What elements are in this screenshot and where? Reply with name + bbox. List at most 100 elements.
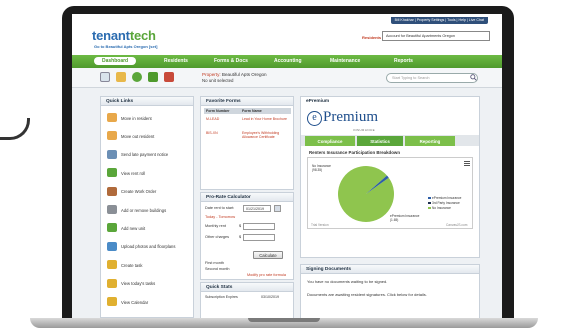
tab-reporting[interactable]: Reporting xyxy=(405,136,455,146)
legend-swatch xyxy=(428,196,431,199)
nav-forms-docs[interactable]: Forms & Docs xyxy=(214,58,248,64)
account-select[interactable]: Account for Beautiful Apartments Oregon xyxy=(382,31,490,41)
quick-link-label[interactable]: View rent roll xyxy=(121,171,145,176)
epremium-tabs: Compliance Statistics Reporting xyxy=(301,135,479,146)
quick-link-item[interactable]: View Calendar xyxy=(107,297,189,307)
epremium-brand: Premium xyxy=(323,109,378,125)
nav-maintenance[interactable]: Maintenance xyxy=(330,58,360,64)
nav-residents[interactable]: Residents xyxy=(164,58,188,64)
form-number[interactable]: BIS-XN xyxy=(206,131,218,135)
legend-swatch xyxy=(428,201,431,204)
prorate-title: Pro-Rate Calculator xyxy=(201,193,293,202)
tomorrow-link[interactable]: Tomorrow xyxy=(218,215,235,219)
quick-link-item[interactable]: Upload photos and floorplans xyxy=(107,241,189,252)
quick-link-item[interactable]: Create task xyxy=(107,260,189,270)
quick-stats-panel: Quick Stats Subscription Expires 03/10/2… xyxy=(200,282,294,318)
toolbar: Property: Beautiful Apts Oregon No unit … xyxy=(72,68,502,88)
quick-link-item[interactable]: Send late payment notice xyxy=(107,149,189,160)
quick-link-label[interactable]: Create Work Order xyxy=(121,189,156,194)
chart-title: Renters Insurance Participation Breakdow… xyxy=(309,150,401,155)
quick-link-icon xyxy=(107,278,117,288)
nav-dashboard[interactable]: Dashboard xyxy=(94,56,137,65)
pie-chart: No Insurance (98.35) ePremium Insurance (1… xyxy=(307,157,473,229)
slice-label-pct: (1.65) xyxy=(390,218,399,222)
monthly-rent-input[interactable] xyxy=(243,223,275,230)
col-form-name: Form Name xyxy=(242,109,262,113)
epremium-brand-sub: INSURANCE xyxy=(353,128,376,132)
signing-docs-line2: Documents are awaiting resident signatur… xyxy=(307,292,427,297)
prorate-calculator-panel: Pro-Rate Calculator Date rent to start: … xyxy=(200,192,294,280)
signing-documents-panel: Signing Documents You have no documents … xyxy=(300,264,480,318)
key-icon[interactable] xyxy=(116,72,126,82)
residents-label: Residents xyxy=(362,35,382,40)
search-input[interactable]: Start Typing to Search xyxy=(386,73,478,83)
quick-link-label[interactable]: Move in resident xyxy=(121,116,152,121)
nav-reports[interactable]: Reports xyxy=(394,58,413,64)
first-month-label: First month xyxy=(205,261,224,265)
quick-link-icon xyxy=(107,260,117,270)
money-icon[interactable] xyxy=(132,72,142,82)
quick-link-item[interactable]: Add or remove buildings xyxy=(107,205,189,215)
quick-link-label[interactable]: Move out resident xyxy=(121,134,154,139)
quick-link-label[interactable]: Send late payment notice xyxy=(121,152,168,157)
today-link[interactable]: Today xyxy=(205,215,215,219)
epremium-panel: ePremium e Premium INSURANCE Compliance S… xyxy=(300,96,480,258)
chart-footer-right[interactable]: CanvasJS.com xyxy=(446,223,467,227)
quick-link-label[interactable]: View today's tasks xyxy=(121,281,155,286)
tab-compliance[interactable]: Compliance xyxy=(305,136,355,146)
calculate-button[interactable]: Calculate xyxy=(253,251,283,259)
tenanttech-logo[interactable]: tenanttech xyxy=(92,28,156,43)
chart-footer-left: Trial Version xyxy=(311,223,329,227)
form-name[interactable]: Lead in Your Home Brochure xyxy=(242,117,290,121)
utility-links[interactable]: Bill Khakhar | Property Settings | Tools… xyxy=(390,17,488,24)
quick-link-item[interactable]: Move in resident xyxy=(107,113,189,123)
building-icon[interactable] xyxy=(148,72,158,82)
quick-links-title: Quick Links xyxy=(101,97,193,106)
home-icon[interactable] xyxy=(100,72,110,82)
quick-link-label[interactable]: Upload photos and floorplans xyxy=(121,244,175,249)
favorite-forms-title: Favorite Forms xyxy=(201,97,293,106)
logo-main: tenant xyxy=(92,28,130,43)
search-icon[interactable] xyxy=(470,74,477,81)
unit-status: No unit selected xyxy=(202,78,234,83)
quick-link-label[interactable]: Create task xyxy=(121,263,142,268)
tab-statistics[interactable]: Statistics xyxy=(357,136,403,146)
form-number[interactable]: M-LEAD xyxy=(206,117,219,121)
legend-item: No Insurance xyxy=(428,206,461,210)
nav-accounting[interactable]: Accounting xyxy=(274,58,302,64)
epremium-title: ePremium xyxy=(301,97,479,106)
quick-link-item[interactable]: Create Work Order xyxy=(107,186,189,197)
property-switch-link[interactable]: Go to Beautiful Apts Oregon [set] xyxy=(94,44,157,49)
quick-link-item[interactable]: Add new unit xyxy=(107,223,189,233)
quick-link-item[interactable]: View today's tasks xyxy=(107,278,189,289)
legend-label: ePremium Insurance xyxy=(432,196,462,200)
tools-icon[interactable] xyxy=(164,72,174,82)
quick-link-item[interactable]: Move out resident xyxy=(107,131,189,141)
legend-item: ePremium Insurance xyxy=(428,196,461,200)
date-label: Date rent to start: xyxy=(205,206,235,210)
quick-link-icon xyxy=(107,168,117,178)
quick-link-label[interactable]: View Calendar xyxy=(121,300,148,305)
col-form-number: Form Number xyxy=(206,109,230,113)
chart-legend: ePremium Insurance 3rd Party Insurance N… xyxy=(428,196,461,211)
quick-links-panel: Quick Links Move in resident Move out res… xyxy=(100,96,194,318)
quick-link-icon xyxy=(107,205,117,214)
currency-symbol: $ xyxy=(239,224,242,228)
chart-menu-icon[interactable] xyxy=(464,161,470,166)
modify-formula-link[interactable]: Modify pro rate formula xyxy=(247,273,286,277)
start-date-input[interactable]: 01/21/2019 xyxy=(243,205,271,212)
date-shortcuts: Today - Tomorrow xyxy=(205,215,236,219)
form-name[interactable]: Employee's Withholding Allowance Certifi… xyxy=(242,131,290,139)
property-value: Beautiful Apts Oregon xyxy=(221,72,267,77)
quick-link-item[interactable]: View rent roll xyxy=(107,168,189,178)
quick-link-label[interactable]: Add or remove buildings xyxy=(121,208,166,213)
calendar-icon[interactable] xyxy=(274,205,281,212)
quick-link-label[interactable]: Add new unit xyxy=(121,226,145,231)
favorite-forms-panel: Favorite Forms Form Number Form Name M-L… xyxy=(200,96,294,190)
subscription-value: 03/10/2019 xyxy=(261,295,279,299)
epremium-logo: e Premium xyxy=(307,109,378,126)
main-nav: Dashboard Residents Forms & Docs Account… xyxy=(72,55,502,68)
other-charges-input[interactable] xyxy=(243,234,275,241)
app-header: tenanttech Go to Beautiful Apts Oregon [… xyxy=(72,14,502,60)
logo-accent: tech xyxy=(129,28,156,43)
